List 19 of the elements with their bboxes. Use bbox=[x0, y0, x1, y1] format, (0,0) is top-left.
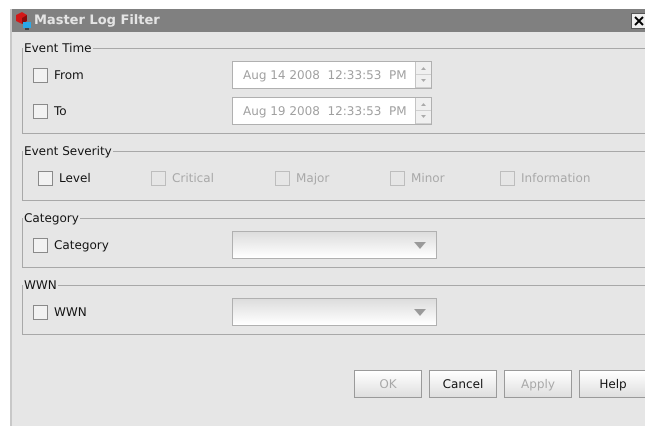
close-icon[interactable] bbox=[631, 12, 645, 28]
group-title: Event Time bbox=[23, 41, 93, 55]
group-title: WWN bbox=[23, 278, 58, 292]
dropdown[interactable] bbox=[232, 231, 437, 259]
dropdown-arrow-icon bbox=[414, 242, 426, 248]
checkbox[interactable] bbox=[33, 238, 48, 252]
checkbox-label[interactable]: WWN bbox=[33, 304, 232, 320]
app-icon bbox=[14, 10, 32, 30]
group-title: Event Severity bbox=[23, 144, 113, 158]
checkbox-label[interactable]: Level bbox=[38, 170, 151, 186]
dropdown[interactable] bbox=[232, 298, 437, 326]
checkbox[interactable] bbox=[38, 170, 53, 186]
dropdown-arrow-icon bbox=[414, 308, 426, 316]
dialog-button[interactable]: Cancel bbox=[429, 370, 497, 398]
checkbox[interactable] bbox=[33, 304, 48, 320]
checkbox-label[interactable]: Category bbox=[33, 238, 232, 252]
group-title: Category bbox=[23, 211, 80, 225]
window-title: Master Log Filter bbox=[34, 13, 160, 28]
dialog-button[interactable]: Help bbox=[579, 370, 645, 398]
